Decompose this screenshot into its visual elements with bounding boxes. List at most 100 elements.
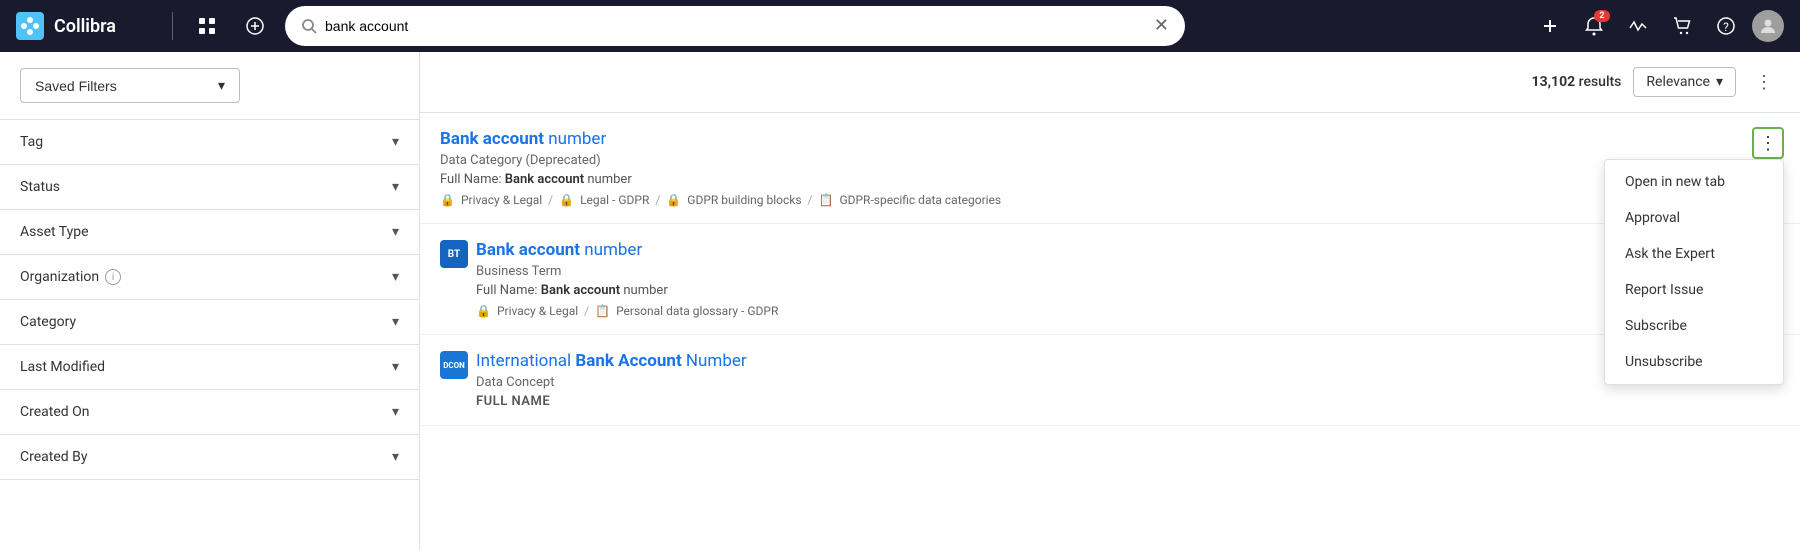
filter-status-chevron-icon: ▾ [392, 179, 399, 195]
filter-last-modified-chevron-icon: ▾ [392, 359, 399, 375]
result-3-title[interactable]: International Bank Account Number [476, 351, 747, 371]
result-1-path: 🔒 Privacy & Legal / 🔒 Legal - GDPR / 🔒 G… [440, 193, 1780, 207]
result-2-glossary-icon: 📋 [595, 304, 610, 318]
filter-item-status[interactable]: Status ▾ [0, 165, 419, 210]
context-menu-report-issue[interactable]: Report Issue [1605, 272, 1783, 308]
user-avatar[interactable] [1752, 10, 1784, 42]
result-1-title-bold: Bank account [440, 129, 544, 149]
filter-asset-type-chevron-icon: ▾ [392, 224, 399, 240]
result-2-title-suffix: number [580, 240, 642, 260]
result-item-2: BT Bank account number Business Term Ful… [420, 224, 1800, 335]
search-icon [301, 18, 317, 34]
filter-item-organization[interactable]: Organization i ▾ [0, 255, 419, 300]
top-navigation: Collibra ✕ 2 ? [0, 0, 1800, 52]
filter-item-category[interactable]: Category ▾ [0, 300, 419, 345]
activity-button[interactable] [1620, 8, 1656, 44]
result-1-title-suffix: number [544, 129, 606, 149]
context-menu-unsubscribe[interactable]: Unsubscribe [1605, 344, 1783, 380]
sort-dropdown[interactable]: Relevance ▾ [1633, 67, 1736, 97]
filter-item-asset-type[interactable]: Asset Type ▾ [0, 210, 419, 255]
filter-organization-chevron-icon: ▾ [392, 269, 399, 285]
saved-filters-label: Saved Filters [35, 78, 117, 94]
result-1-type: Data Category (Deprecated) [440, 153, 1780, 168]
search-clear-button[interactable]: ✕ [1154, 17, 1169, 35]
result-1-path-4: GDPR-specific data categories [839, 193, 1001, 207]
search-input[interactable] [325, 18, 1146, 34]
nav-divider [172, 12, 173, 40]
result-2-type: Business Term [476, 264, 778, 279]
filter-asset-type-label: Asset Type [20, 224, 89, 240]
filter-category-label: Category [20, 314, 76, 330]
result-2-privacy-icon: 🔒 [476, 304, 491, 318]
saved-filters-chevron-icon: ▾ [218, 77, 225, 94]
gdpr-blocks-icon: 🔒 [666, 193, 681, 207]
result-1-context-menu-button[interactable]: ⋮ [1752, 127, 1784, 159]
result-3-title-account: Account [618, 351, 682, 371]
add-button[interactable] [1532, 8, 1568, 44]
results-header: 13,102 results Relevance ▾ ⋮ [420, 52, 1800, 113]
notification-badge: 2 [1594, 10, 1610, 22]
shopping-cart-button[interactable] [1664, 8, 1700, 44]
collibra-logo-icon [16, 12, 44, 40]
nav-right-actions: 2 ? [1532, 8, 1784, 44]
result-2-path-1: Privacy & Legal [497, 304, 578, 318]
result-item-3: DCON International Bank Account Number D… [420, 335, 1800, 426]
logo[interactable]: Collibra [16, 12, 156, 40]
result-2-title-bold: Bank account [476, 240, 580, 260]
legal-gdpr-icon: 🔒 [559, 193, 574, 207]
result-1-title[interactable]: Bank account number [440, 129, 1780, 149]
result-1-path-2: Legal - GDPR [580, 193, 649, 207]
help-button[interactable]: ? [1708, 8, 1744, 44]
filter-header: Saved Filters ▾ [0, 52, 419, 120]
results-more-options-button[interactable]: ⋮ [1748, 66, 1780, 98]
apps-grid-button[interactable] [189, 8, 225, 44]
filters-sidebar: Saved Filters ▾ Tag ▾ Status ▾ Asset Typ… [0, 52, 420, 550]
context-menu-open-new-tab[interactable]: Open in new tab [1605, 164, 1783, 200]
filter-item-tag[interactable]: Tag ▾ [0, 120, 419, 165]
gdpr-categories-icon: 📋 [818, 193, 833, 207]
result-1-path-1: Privacy & Legal [461, 193, 542, 207]
filter-organization-label: Organization [20, 269, 99, 285]
context-menu-subscribe[interactable]: Subscribe [1605, 308, 1783, 344]
result-3-type: Data Concept [476, 375, 747, 390]
context-menu-approval[interactable]: Approval [1605, 200, 1783, 236]
result-3-header: DCON International Bank Account Number D… [440, 351, 1780, 409]
result-3-fullname-label: FULL NAME [476, 394, 747, 409]
filter-tag-label: Tag [20, 134, 43, 150]
search-bar: ✕ [285, 6, 1185, 46]
result-1-fullname: Full Name: Bank account number [440, 172, 1780, 187]
result-2-title[interactable]: Bank account number [476, 240, 778, 260]
notifications-button[interactable]: 2 [1576, 8, 1612, 44]
organization-info-icon: i [105, 269, 121, 285]
result-3-badge: DCON [440, 351, 468, 379]
app-name-label: Collibra [54, 16, 116, 37]
filter-created-by-label: Created By [20, 449, 87, 465]
privacy-legal-icon: 🔒 [440, 193, 455, 207]
svg-text:?: ? [1723, 20, 1729, 34]
result-2-path-2: Personal data glossary - GDPR [616, 304, 778, 318]
results-count-label: 13,102 results [1532, 74, 1622, 90]
filter-item-created-by[interactable]: Created By ▾ [0, 435, 419, 480]
filter-last-modified-label: Last Modified [20, 359, 105, 375]
saved-filters-button[interactable]: Saved Filters ▾ [20, 68, 240, 103]
filter-created-by-chevron-icon: ▾ [392, 449, 399, 465]
filter-item-last-modified[interactable]: Last Modified ▾ [0, 345, 419, 390]
home-button[interactable] [237, 8, 273, 44]
result-2-header: BT Bank account number Business Term Ful… [440, 240, 1780, 318]
filter-category-chevron-icon: ▾ [392, 314, 399, 330]
filter-organization-label-group: Organization i [20, 269, 121, 285]
sort-label: Relevance [1646, 74, 1710, 90]
filter-created-on-chevron-icon: ▾ [392, 404, 399, 420]
results-area: 13,102 results Relevance ▾ ⋮ Bank accoun… [420, 52, 1800, 550]
filter-tag-chevron-icon: ▾ [392, 134, 399, 150]
sort-chevron-icon: ▾ [1716, 74, 1723, 90]
result-2-badge: BT [440, 240, 468, 268]
filter-item-created-on[interactable]: Created On ▾ [0, 390, 419, 435]
result-item-1: Bank account number Data Category (Depre… [420, 113, 1800, 224]
result-3-title-bank: Bank [575, 351, 614, 371]
context-menu-ask-expert[interactable]: Ask the Expert [1605, 236, 1783, 272]
filter-created-on-label: Created On [20, 404, 90, 420]
context-menu: Open in new tab Approval Ask the Expert … [1604, 159, 1784, 385]
main-content: Saved Filters ▾ Tag ▾ Status ▾ Asset Typ… [0, 52, 1800, 550]
filter-status-label: Status [20, 179, 60, 195]
